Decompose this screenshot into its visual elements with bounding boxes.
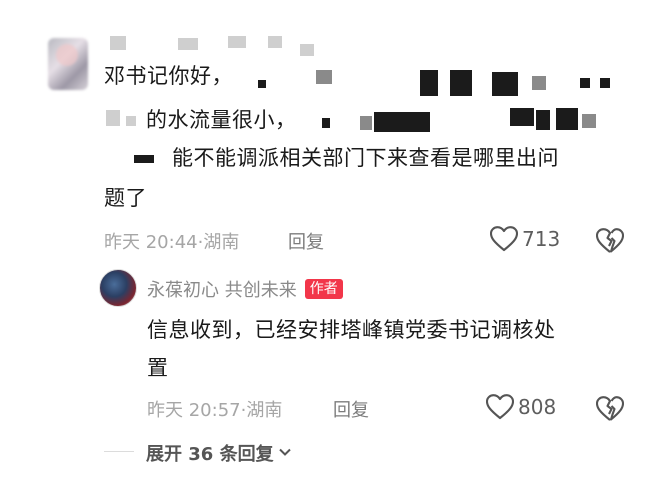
reply-avatar[interactable]	[99, 269, 137, 307]
reply-like-button[interactable]: 808	[486, 394, 556, 420]
heart-outline-icon	[486, 394, 514, 420]
reply-timestamp-location: 昨天 20:57·湖南	[147, 400, 283, 421]
reply-author-name[interactable]: 永葆初心 共创未来	[147, 276, 297, 302]
expand-replies-label: 展开 36 条回复	[146, 444, 274, 465]
reply-dislike-button[interactable]	[596, 396, 624, 422]
chevron-down-icon	[278, 444, 292, 463]
expand-divider	[104, 451, 134, 452]
comment-dislike-button[interactable]	[596, 228, 624, 254]
broken-heart-icon	[596, 228, 624, 254]
comment-text-line-1: 邓书记你好，	[104, 64, 233, 88]
heart-outline-icon	[490, 226, 518, 252]
reply-header: 永葆初心 共创未来 作者	[147, 276, 343, 302]
reply-text-line-1: 信息收到，已经安排塔峰镇党委书记调核处	[147, 318, 556, 342]
broken-heart-icon	[596, 396, 624, 422]
comment-text-line-2: 的水流量很小，	[146, 108, 297, 132]
commenter-avatar[interactable]	[48, 38, 88, 90]
comment-reply-button[interactable]: 回复	[288, 228, 324, 254]
reply-reply-button[interactable]: 回复	[333, 396, 369, 422]
reply-text-line-2: 置	[147, 356, 169, 380]
comment-text-line-3: 能不能调派相关部门下来查看是哪里出问	[172, 146, 559, 170]
expand-replies-button[interactable]: 展开 36 条回复	[146, 440, 292, 466]
comment-like-button[interactable]: 713	[490, 226, 560, 252]
comment-like-count: 713	[522, 227, 561, 251]
comment-timestamp-location: 昨天 20:44·湖南	[104, 232, 240, 253]
comment-text-line-4: 题了	[104, 186, 147, 210]
author-badge: 作者	[304, 279, 343, 299]
reply-like-count: 808	[518, 395, 557, 419]
